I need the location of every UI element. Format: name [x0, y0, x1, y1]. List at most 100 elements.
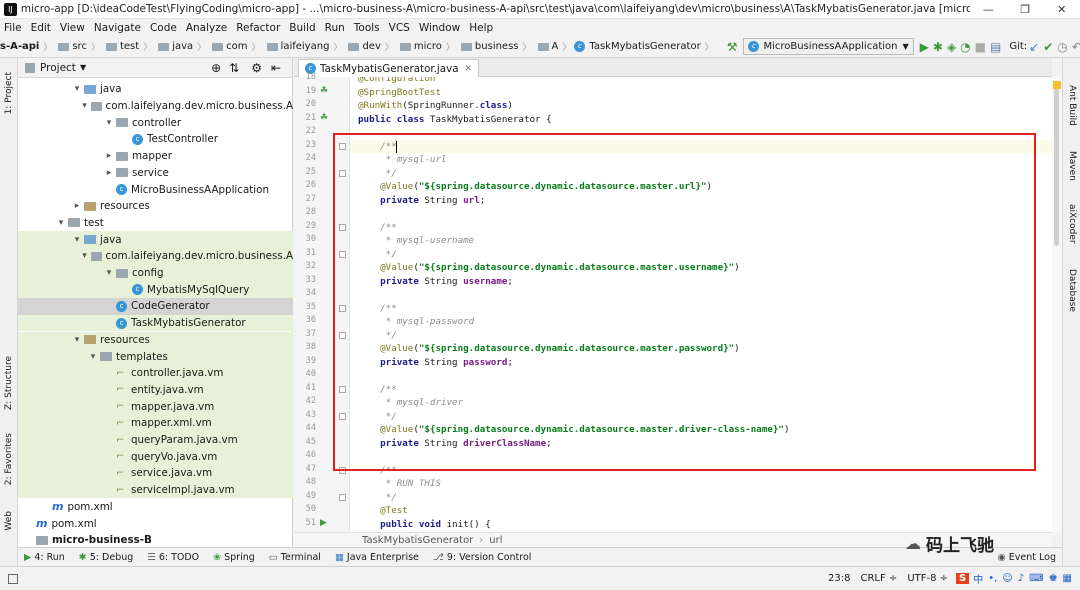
code-line[interactable]: private String url; — [358, 194, 485, 208]
code-line[interactable]: private String password; — [358, 356, 513, 370]
tool-tab-project[interactable]: 1: Project — [0, 62, 18, 124]
tree-item[interactable]: c MicroBusinessAApplication — [18, 181, 293, 198]
expand-down-icon[interactable]: ▾ — [104, 118, 114, 128]
project-view-select[interactable]: Project — [40, 62, 76, 74]
locate-file-icon[interactable]: ⊕ — [211, 61, 221, 75]
code-line[interactable]: public class TaskMybatisGenerator { — [358, 113, 552, 127]
keyboard-icon[interactable]: ⌨ — [1029, 573, 1043, 584]
code-line[interactable]: * RUN THIS — [358, 477, 441, 491]
tool-tab-aixcoder[interactable]: aiXcoder — [1063, 196, 1080, 251]
breadcrumb-business[interactable]: business 〉 — [458, 40, 532, 53]
fold-marker-icon[interactable] — [339, 493, 346, 501]
tree-item[interactable]: ⌐ queryParam.java.vm — [18, 431, 293, 449]
tree-item[interactable]: ▸ mapper — [18, 148, 293, 165]
breadcrumb-field-name[interactable]: url — [489, 535, 502, 546]
menu-analyze[interactable]: Analyze — [186, 22, 227, 34]
tree-item[interactable]: ▾ templates — [18, 348, 293, 365]
tool-tab-favorites[interactable]: 2: Favorites — [0, 428, 18, 490]
menu-vcs[interactable]: VCS — [389, 22, 410, 34]
menu-navigate[interactable]: Navigate — [94, 22, 141, 34]
tree-item[interactable]: ⌐ mapper.java.vm — [18, 398, 293, 415]
microphone-icon[interactable]: ♪ — [1018, 573, 1024, 584]
code-line[interactable]: */ — [358, 491, 397, 505]
menu-run[interactable]: Run — [325, 22, 345, 34]
expand-down-icon[interactable]: ▾ — [88, 352, 98, 362]
tree-item[interactable]: ▾ resources — [18, 331, 293, 349]
tree-item[interactable]: ⌐ controller.java.vm — [18, 364, 293, 382]
code-line[interactable]: @Value("${spring.datasource.dynamic.data… — [358, 180, 712, 194]
tree-item[interactable]: c TestController — [18, 131, 293, 148]
tool-tab-run[interactable]: ▶ 4: Run — [24, 552, 65, 563]
tree-item[interactable]: ▸ resources — [18, 198, 293, 215]
toolbox-icon[interactable]: ▦ — [1063, 573, 1072, 584]
menu-edit[interactable]: Edit — [31, 22, 51, 34]
coverage-icon[interactable]: ◈ — [947, 39, 956, 55]
code-line[interactable]: /** — [350, 139, 1052, 153]
expand-down-icon[interactable]: ▾ — [56, 218, 66, 228]
sogou-ime-icon[interactable]: S — [956, 573, 970, 584]
tree-item[interactable]: ⌐ service.java.vm — [18, 465, 293, 482]
tree-item[interactable]: ⌐ mapper.xml.vm — [18, 415, 293, 432]
expand-down-icon[interactable]: ▾ — [80, 101, 89, 111]
emoji-icon[interactable]: ☺ — [1002, 573, 1012, 584]
menu-code[interactable]: Code — [150, 22, 177, 34]
expand-right-icon[interactable]: ▸ — [104, 151, 114, 161]
menu-window[interactable]: Window — [419, 22, 460, 34]
tree-item[interactable]: ▾ java — [18, 81, 293, 98]
code-line[interactable]: /** — [358, 383, 397, 397]
tool-tab-java-enterprise[interactable]: ▦ Java Enterprise — [335, 552, 419, 563]
scrollbar-thumb[interactable] — [1054, 81, 1059, 246]
run-icon[interactable]: ▶ — [920, 39, 929, 55]
code-line[interactable]: * mysql-password — [358, 315, 475, 329]
breadcrumb-dev[interactable]: dev 〉 — [345, 40, 394, 53]
tree-item[interactable]: ⌐ serviceImpl.java.vm — [18, 481, 293, 499]
profile-icon[interactable]: ◔ — [960, 39, 970, 55]
punctuation-icon[interactable]: •, — [988, 573, 997, 584]
fold-marker-icon[interactable] — [339, 331, 346, 339]
breadcrumb-src[interactable]: src 〉 — [55, 40, 100, 53]
warning-marker[interactable] — [1053, 81, 1061, 89]
fold-marker-icon[interactable] — [339, 412, 346, 420]
expand-down-icon[interactable]: ▾ — [72, 235, 82, 245]
tool-tab-spring[interactable]: ❀ Spring — [213, 552, 255, 563]
tree-item[interactable]: ⌐ entity.java.vm — [18, 381, 293, 399]
breadcrumb-test[interactable]: test 〉 — [103, 40, 152, 53]
encoding-select[interactable]: UTF-8 ÷ — [907, 573, 948, 584]
code-line[interactable]: /** — [358, 302, 397, 316]
code-line[interactable]: */ — [358, 329, 397, 343]
rollback-icon[interactable]: ↶ — [1072, 39, 1080, 55]
tool-tab-todo[interactable]: ☰ 6: TODO — [147, 552, 199, 563]
caret-position[interactable]: 23:8 — [828, 573, 850, 584]
git-commit-icon[interactable]: ✔ — [1043, 39, 1053, 55]
menu-refactor[interactable]: Refactor — [236, 22, 280, 34]
expand-down-icon[interactable]: ▾ — [104, 268, 114, 278]
breadcrumb-class-name[interactable]: TaskMybatisGenerator — [362, 535, 473, 546]
skin-icon[interactable]: ♚ — [1049, 573, 1058, 584]
tree-item[interactable]: c MybatisMySqlQuery — [18, 281, 293, 299]
tool-tab-web[interactable]: Web — [0, 503, 18, 539]
tool-tab-maven[interactable]: Maven — [1063, 143, 1080, 188]
tool-tab-debug[interactable]: ✱ 5: Debug — [79, 552, 133, 563]
hide-panel-icon[interactable]: ⇤ — [271, 61, 281, 75]
editor-scrollbar[interactable] — [1052, 77, 1062, 532]
code-line[interactable]: private String username; — [358, 275, 513, 289]
code-line[interactable]: @Value("${spring.datasource.dynamic.data… — [358, 423, 789, 437]
fold-marker-icon[interactable] — [339, 223, 346, 231]
code-line[interactable]: * mysql-driver — [358, 396, 463, 410]
tree-item[interactable]: c TaskMybatisGenerator — [18, 314, 293, 332]
menu-help[interactable]: Help — [469, 22, 493, 34]
code-line[interactable]: public void init() { — [358, 518, 491, 532]
build-hammer-icon[interactable]: ⚒ — [727, 39, 738, 55]
spring-bean-icon[interactable]: ☘ — [320, 86, 328, 96]
breadcrumb-laifeiyang[interactable]: laifeiyang 〉 — [264, 40, 342, 53]
code-line[interactable]: /** — [358, 464, 397, 478]
breadcrumb-java[interactable]: java 〉 — [155, 40, 206, 53]
tree-item[interactable]: ▾ config — [18, 264, 293, 282]
project-structure-icon[interactable]: ▤ — [990, 39, 1001, 55]
tree-item[interactable]: ▾ test — [18, 215, 293, 232]
menu-file[interactable]: File — [4, 22, 22, 34]
tree-item[interactable]: c CodeGenerator — [18, 298, 293, 315]
tree-item[interactable]: ▾ controller — [18, 114, 293, 131]
code-line[interactable]: */ — [358, 248, 397, 262]
run-test-icon[interactable]: ▶ — [320, 518, 327, 528]
